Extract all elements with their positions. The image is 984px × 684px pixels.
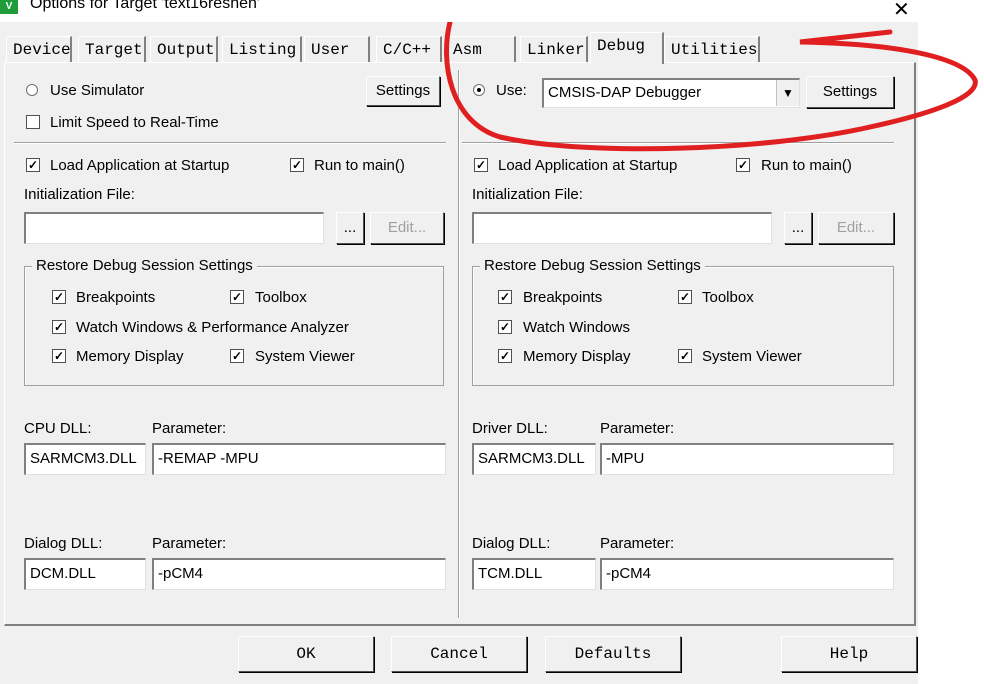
use-simulator-radio[interactable] [26,84,38,96]
right-toolbox-checkbox[interactable]: ✓ [678,290,692,304]
left-watch-label: Watch Windows & Performance Analyzer [76,319,349,336]
left-dialog-dll-field[interactable]: DCM.DLL [24,558,146,590]
left-toolbox-checkbox[interactable]: ✓ [230,290,244,304]
left-breakpoints-checkbox[interactable]: ✓ [52,290,66,304]
help-button[interactable]: Help [781,636,917,672]
use-simulator-label: Use Simulator [50,82,145,99]
tab-target[interactable]: Target [78,36,146,62]
keil-uvision-icon: V [0,0,18,14]
right-memory-label: Memory Display [523,348,631,365]
left-init-file-label: Initialization File: [24,186,135,203]
cancel-button[interactable]: Cancel [391,636,527,672]
left-memory-label: Memory Display [76,348,184,365]
limit-speed-checkbox[interactable] [26,115,40,129]
left-load-app-label: Load Application at Startup [50,157,230,174]
cpu-dll-label: CPU DLL: [24,420,92,437]
tab-output[interactable]: Output [150,36,218,62]
tab-user[interactable]: User [304,36,370,62]
tab-device[interactable]: Device [6,36,72,62]
cpu-param-field[interactable]: -REMAP -MPU [152,443,446,475]
left-separator [14,142,446,144]
right-init-file-label: Initialization File: [472,186,583,203]
right-browse-button[interactable]: ... [784,212,812,244]
panel-divider [458,70,460,618]
tab-debug[interactable]: Debug [590,32,664,64]
tab-cc[interactable]: C/C++ [376,36,442,62]
left-sysviewer-checkbox[interactable]: ✓ [230,349,244,363]
left-toolbox-label: Toolbox [255,289,307,306]
right-toolbox-label: Toolbox [702,289,754,306]
simulator-settings-button[interactable]: Settings [366,76,440,106]
right-memory-checkbox[interactable]: ✓ [498,349,512,363]
right-separator [462,142,894,144]
right-edit-button[interactable]: Edit... [818,212,894,244]
cpu-dll-field[interactable]: SARMCM3.DLL [24,443,146,475]
left-memory-checkbox[interactable]: ✓ [52,349,66,363]
right-load-app-checkbox[interactable]: ✓ [474,158,488,172]
right-init-file-input[interactable] [472,212,772,244]
driver-dll-field[interactable]: SARMCM3.DLL [472,443,596,475]
title-bar: V Options for Target 'text16reshen' ✕ [0,0,984,21]
left-load-app-checkbox[interactable]: ✓ [26,158,40,172]
right-run-to-main-checkbox[interactable]: ✓ [736,158,750,172]
left-init-file-input[interactable] [24,212,324,244]
ok-button[interactable]: OK [238,636,374,672]
left-param2-label: Parameter: [152,535,227,552]
use-debugger-radio[interactable] [473,84,485,96]
chevron-down-icon[interactable]: ▼ [776,80,799,106]
left-restore-title: Restore Debug Session Settings [32,257,257,274]
right-dialog-param-field[interactable]: -pCM4 [600,558,894,590]
tab-listing[interactable]: Listing [222,36,302,62]
right-dialog-dll-label: Dialog DLL: [472,535,551,552]
use-label: Use: [496,82,527,99]
left-watch-checkbox[interactable]: ✓ [52,320,66,334]
left-sysviewer-label: System Viewer [255,348,355,365]
right-breakpoints-checkbox[interactable]: ✓ [498,290,512,304]
right-restore-title: Restore Debug Session Settings [480,257,705,274]
right-dialog-dll-field[interactable]: TCM.DLL [472,558,596,590]
right-watch-checkbox[interactable]: ✓ [498,320,512,334]
left-breakpoints-label: Breakpoints [76,289,156,306]
right-param2-label: Parameter: [600,535,675,552]
right-breakpoints-label: Breakpoints [523,289,603,306]
tab-linker[interactable]: Linker [520,36,588,62]
right-sysviewer-checkbox[interactable]: ✓ [678,349,692,363]
tab-utilities[interactable]: Utilities [664,36,760,62]
left-param-label: Parameter: [152,420,227,437]
driver-dll-label: Driver DLL: [472,420,548,437]
debugger-settings-button[interactable]: Settings [806,76,894,108]
defaults-button[interactable]: Defaults [545,636,681,672]
window-title: Options for Target 'text16reshen' [30,0,260,12]
close-icon[interactable]: ✕ [893,0,910,22]
left-edit-button[interactable]: Edit... [370,212,444,244]
left-dialog-dll-label: Dialog DLL: [24,535,103,552]
left-dialog-param-field[interactable]: -pCM4 [152,558,446,590]
left-run-to-main-label: Run to main() [314,157,405,174]
right-run-to-main-label: Run to main() [761,157,852,174]
limit-speed-label: Limit Speed to Real-Time [50,114,219,131]
right-param-label: Parameter: [600,420,675,437]
right-watch-label: Watch Windows [523,319,630,336]
debugger-select[interactable]: CMSIS-DAP Debugger [542,78,800,108]
left-browse-button[interactable]: ... [336,212,364,244]
driver-param-field[interactable]: -MPU [600,443,894,475]
right-load-app-label: Load Application at Startup [498,157,678,174]
left-run-to-main-checkbox[interactable]: ✓ [290,158,304,172]
right-sysviewer-label: System Viewer [702,348,802,365]
tab-asm[interactable]: Asm [446,36,516,62]
